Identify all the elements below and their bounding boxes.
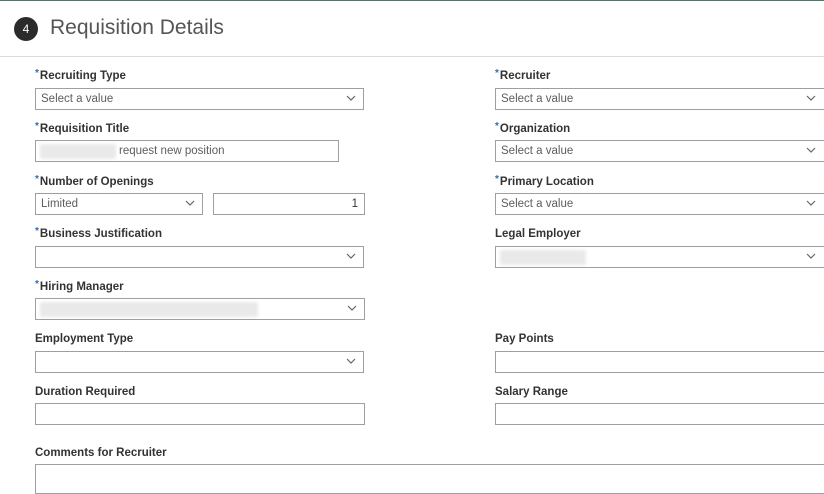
chevron-down-icon [184,197,196,209]
required-marker: * [495,68,499,79]
organization-select[interactable]: Select a value [495,140,824,162]
pay-points-input[interactable] [495,351,824,373]
section-header: 4 Requisition Details [0,1,824,57]
comments-for-recruiter-label: Comments for Recruiter [35,447,167,459]
organization-label: *Organization [495,121,571,135]
required-marker: * [35,226,39,237]
number-of-openings-label: *Number of Openings [35,174,154,188]
recruiter-select[interactable]: Select a value [495,88,824,110]
redacted-text [40,302,258,317]
chevron-down-icon [805,144,817,156]
recruiting-type-select[interactable]: Select a value [35,88,364,110]
chevron-down-icon [346,302,358,314]
required-marker: * [35,174,39,185]
chevron-down-icon [805,197,817,209]
legal-employer-label: Legal Employer [495,228,581,240]
openings-type-select[interactable]: Limited [35,193,203,215]
chevron-down-icon [805,250,817,262]
primary-location-select[interactable]: Select a value [495,193,824,215]
chevron-down-icon [805,92,817,104]
chevron-down-icon [345,250,357,262]
employment-type-label: Employment Type [35,333,134,345]
required-marker: * [35,279,39,290]
chevron-down-icon [345,92,357,104]
hiring-manager-label: *Hiring Manager [35,279,124,293]
duration-required-label: Duration Required [35,386,136,398]
comments-for-recruiter-textarea[interactable] [35,464,824,494]
required-marker: * [35,68,39,79]
duration-required-input[interactable] [35,403,365,425]
salary-range-input[interactable] [495,403,824,425]
step-number-badge: 4 [14,17,38,41]
primary-location-label: *Primary Location [495,174,594,188]
legal-employer-select[interactable] [495,246,824,268]
requisition-title-input[interactable]: request new position [35,140,339,162]
salary-range-label: Salary Range [495,386,568,398]
requisition-title-label: *Requisition Title [35,121,130,135]
business-justification-label: *Business Justification [35,226,162,240]
required-marker: * [35,121,39,132]
redacted-text [40,144,116,159]
business-justification-select[interactable] [35,246,364,268]
recruiter-label: *Recruiter [495,68,551,82]
chevron-down-icon [345,355,357,367]
section-title: Requisition Details [50,16,224,39]
recruiting-type-label: *Recruiting Type [35,68,126,82]
redacted-text [500,250,586,265]
required-marker: * [495,121,499,132]
required-marker: * [495,174,499,185]
employment-type-select[interactable] [35,351,364,373]
openings-count-input[interactable]: 1 [213,193,365,215]
pay-points-label: Pay Points [495,333,554,345]
hiring-manager-select[interactable] [35,298,365,320]
